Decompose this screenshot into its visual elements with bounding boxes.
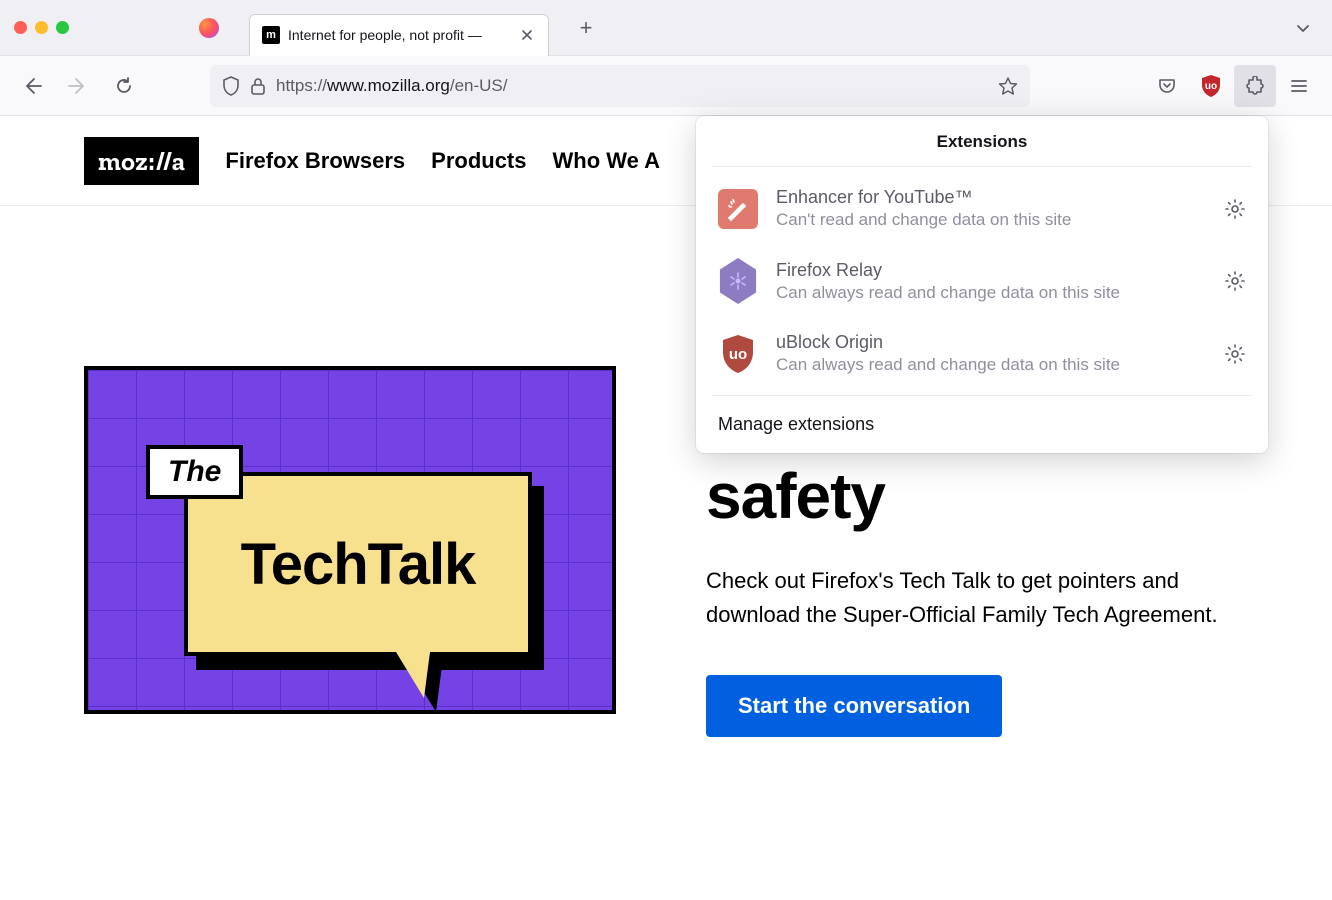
mozilla-logo[interactable]: moz://a [84, 137, 199, 185]
svg-text:uo: uo [729, 346, 747, 363]
extension-name: Firefox Relay [776, 260, 1206, 281]
nav-firefox-browsers[interactable]: Firefox Browsers [225, 148, 405, 174]
new-tab-button[interactable]: + [571, 13, 601, 43]
extensions-panel-title: Extensions [712, 116, 1252, 167]
hero-graphic: TechTalk The [84, 366, 616, 714]
extension-status: Can always read and change data on this … [776, 355, 1206, 375]
extension-name: Enhancer for YouTube™ [776, 187, 1206, 208]
techtalk-label: TechTalk [241, 531, 476, 598]
pocket-button[interactable] [1146, 65, 1188, 107]
shield-icon[interactable] [222, 76, 240, 96]
the-label: The [146, 445, 243, 499]
enhancer-youtube-icon [718, 189, 758, 229]
maximize-window-button[interactable] [56, 21, 69, 34]
tabs-dropdown-button[interactable] [1288, 13, 1318, 43]
extension-settings-button[interactable] [1224, 343, 1246, 365]
extension-name: uBlock Origin [776, 332, 1206, 353]
forward-button[interactable] [58, 66, 98, 106]
speech-bubble: TechTalk [184, 472, 532, 656]
extension-settings-button[interactable] [1224, 270, 1246, 292]
extension-item-firefox-relay[interactable]: Firefox Relay Can always read and change… [712, 244, 1252, 318]
svg-text:uo: uo [1205, 81, 1217, 92]
titlebar: m Internet for people, not profit — + [0, 0, 1332, 56]
extension-settings-button[interactable] [1224, 198, 1246, 220]
lock-icon[interactable] [250, 77, 266, 95]
app-menu-button[interactable] [1278, 65, 1320, 107]
nav-who-we-are[interactable]: Who We A [553, 148, 661, 174]
extension-status: Can't read and change data on this site [776, 210, 1206, 230]
ublock-origin-icon: uo [718, 334, 758, 374]
window-controls [14, 21, 69, 34]
tab-close-button[interactable] [518, 26, 536, 44]
ublock-origin-button[interactable]: uo [1190, 65, 1232, 107]
back-button[interactable] [12, 66, 52, 106]
extension-item-enhancer-youtube[interactable]: Enhancer for YouTube™ Can't read and cha… [712, 173, 1252, 244]
hero-description: Check out Firefox's Tech Talk to get poi… [706, 564, 1226, 632]
extension-status: Can always read and change data on this … [776, 283, 1206, 303]
reload-button[interactable] [104, 66, 144, 106]
start-conversation-button[interactable]: Start the conversation [706, 675, 1002, 737]
extensions-panel: Extensions Enhancer for YouTube™ Can't r… [696, 116, 1268, 453]
extension-item-ublock-origin[interactable]: uo uBlock Origin Can always read and cha… [712, 318, 1252, 389]
tab-favicon-icon: m [262, 26, 280, 44]
tab-title: Internet for people, not profit — [288, 27, 510, 43]
extensions-list: Enhancer for YouTube™ Can't read and cha… [712, 167, 1252, 396]
bookmark-star-icon[interactable] [998, 76, 1018, 96]
browser-tab[interactable]: m Internet for people, not profit — [249, 14, 549, 56]
url-text: https://www.mozilla.org/en-US/ [276, 76, 988, 96]
extensions-button[interactable] [1234, 65, 1276, 107]
manage-extensions-link[interactable]: Manage extensions [696, 396, 1268, 453]
close-window-button[interactable] [14, 21, 27, 34]
minimize-window-button[interactable] [35, 21, 48, 34]
firefox-icon [199, 18, 219, 38]
nav-products[interactable]: Products [431, 148, 526, 174]
firefox-relay-icon [717, 258, 759, 304]
url-bar[interactable]: https://www.mozilla.org/en-US/ [210, 65, 1030, 107]
toolbar: https://www.mozilla.org/en-US/ uo [0, 56, 1332, 116]
